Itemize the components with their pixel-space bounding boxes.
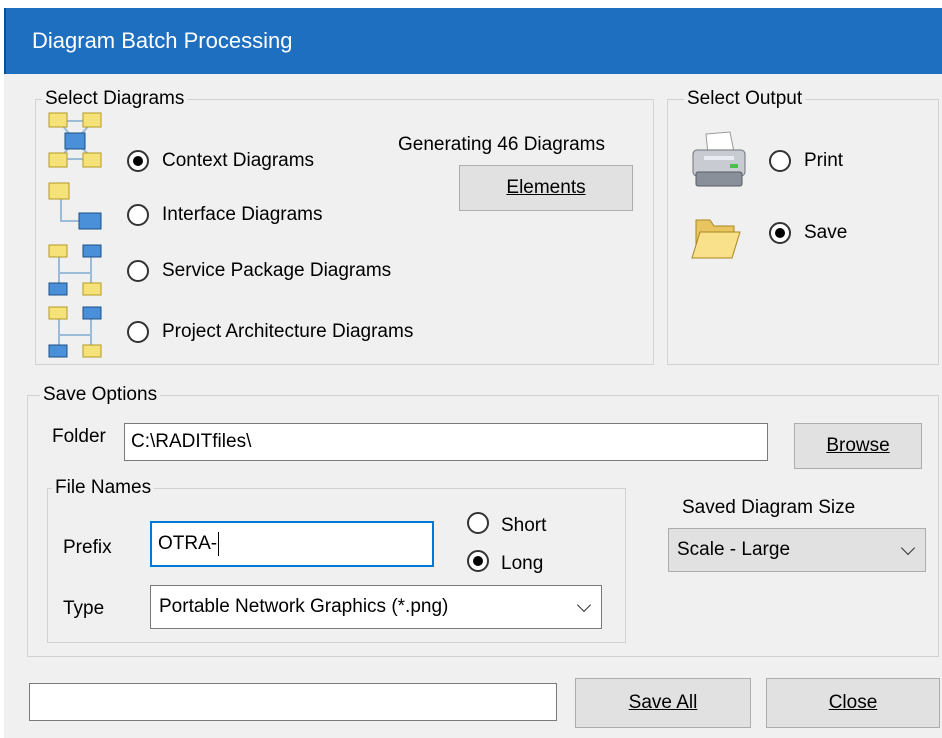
printer-icon — [692, 131, 746, 187]
chevron-down-icon — [576, 597, 592, 613]
project-architecture-diagrams-radio[interactable] — [127, 321, 149, 343]
save-all-button[interactable]: Save All — [575, 678, 751, 728]
save-options-group: Save Options Folder C:\RADITfiles\ Brows… — [27, 384, 939, 657]
context-diagrams-radio[interactable] — [127, 150, 149, 172]
window-title: Diagram Batch Processing — [32, 28, 293, 53]
saved-diagram-size-select[interactable]: Scale - Large — [668, 528, 926, 572]
print-label[interactable]: Print — [804, 150, 843, 172]
folder-icon — [691, 219, 741, 259]
file-names-legend: File Names — [52, 477, 155, 499]
file-type-select[interactable]: Portable Network Graphics (*.png) — [150, 585, 602, 629]
service-package-diagrams-radio[interactable] — [127, 260, 149, 282]
browse-button[interactable]: Browse — [794, 423, 922, 469]
context-diagrams-label[interactable]: Context Diagrams — [162, 150, 314, 172]
save-options-legend: Save Options — [40, 384, 161, 406]
prefix-input[interactable]: OTRA- — [150, 521, 434, 567]
short-names-label[interactable]: Short — [501, 515, 546, 537]
project-architecture-diagrams-label[interactable]: Project Architecture Diagrams — [162, 321, 413, 343]
select-output-group: Select Output Print Save — [667, 88, 939, 365]
diagram-type-icons — [48, 112, 102, 358]
context-diagram-icon — [48, 112, 102, 168]
print-radio[interactable] — [769, 150, 791, 172]
title-bar[interactable]: Diagram Batch Processing — [4, 8, 942, 74]
long-names-label[interactable]: Long — [501, 553, 543, 575]
select-output-legend: Select Output — [684, 88, 806, 110]
status-field[interactable] — [29, 683, 557, 721]
short-names-radio[interactable] — [467, 512, 489, 534]
save-label[interactable]: Save — [804, 222, 847, 244]
save-radio[interactable] — [769, 222, 791, 244]
interface-diagrams-radio[interactable] — [127, 204, 149, 226]
prefix-label: Prefix — [63, 537, 112, 558]
generating-count-text: Generating 46 Diagrams — [398, 134, 605, 155]
saved-diagram-size-label: Saved Diagram Size — [682, 497, 856, 518]
elements-button[interactable]: Elements — [459, 165, 633, 211]
file-names-group: File Names Prefix OTRA- Short Long Type … — [47, 477, 626, 643]
interface-diagrams-label[interactable]: Interface Diagrams — [162, 204, 323, 226]
folder-label: Folder — [52, 426, 106, 447]
dialog-client: Select Diagrams Context Diagrams Interfa… — [4, 74, 942, 738]
select-diagrams-legend: Select Diagrams — [42, 88, 188, 110]
select-diagrams-group: Select Diagrams Context Diagrams Interfa… — [35, 88, 654, 365]
service-package-diagram-icon — [48, 244, 102, 296]
project-architecture-diagram-icon — [48, 306, 102, 358]
service-package-diagrams-label[interactable]: Service Package Diagrams — [162, 260, 391, 282]
interface-diagram-icon — [48, 182, 102, 230]
text-cursor — [218, 532, 220, 556]
chevron-down-icon — [900, 540, 916, 556]
type-label: Type — [63, 598, 105, 619]
close-button[interactable]: Close — [766, 678, 940, 728]
long-names-radio[interactable] — [467, 550, 489, 572]
folder-input[interactable]: C:\RADITfiles\ — [124, 423, 768, 461]
